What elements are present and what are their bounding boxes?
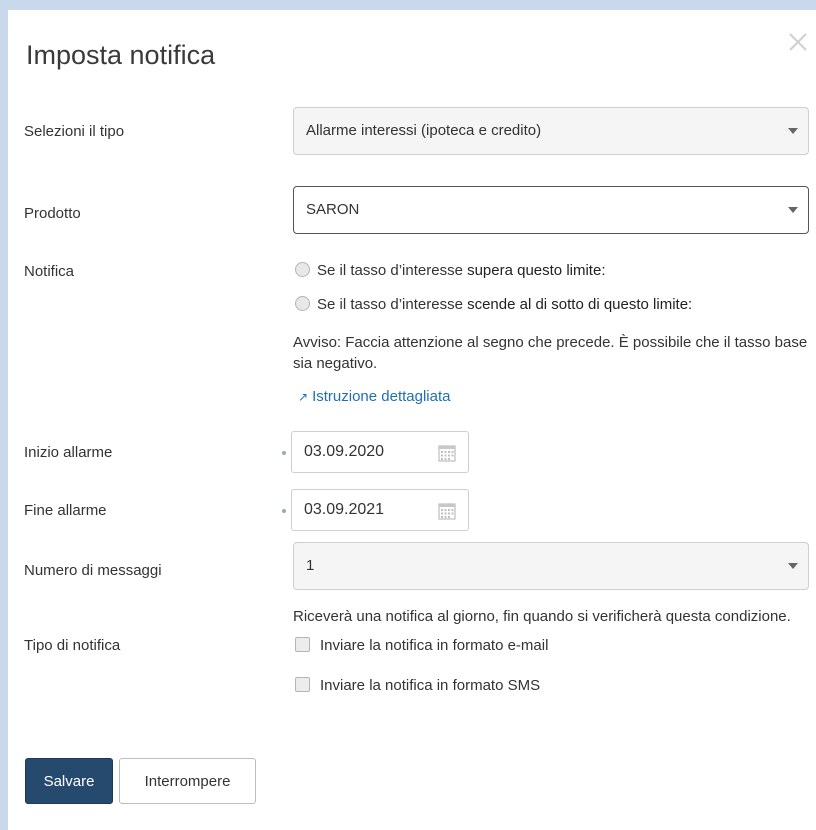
calendar-icon[interactable] (438, 444, 456, 462)
type-select-value: Allarme interessi (ipoteca e credito) (306, 122, 542, 139)
checkbox-sms[interactable]: Inviare la notifica in formato SMS (295, 677, 540, 694)
calendar-icon[interactable] (438, 502, 456, 520)
checkbox-email[interactable]: Inviare la notifica in formato e-mail (295, 637, 548, 654)
detailed-instructions-link[interactable]: ↗ Istruzione dettagliata (298, 388, 450, 405)
alarm-start-label: Inizio allarme (24, 444, 113, 461)
type-select[interactable]: Allarme interessi (ipoteca e credito) (293, 107, 809, 155)
alarm-end-label: Fine allarme (24, 502, 107, 519)
type-label: Selezioni il tipo (24, 123, 125, 140)
radio-button[interactable] (295, 296, 310, 311)
checkbox-email-label: Inviare la notifica in formato e-mail (320, 637, 549, 654)
alarm-start-date-input[interactable]: 03.09.2020 (291, 431, 469, 473)
product-label: Prodotto (24, 205, 81, 222)
radio-above-emphasis: supera questo limite: (467, 262, 606, 279)
chevron-down-icon (788, 207, 798, 213)
notification-type-label: Tipo di notifica (24, 637, 121, 654)
checkbox[interactable] (295, 677, 310, 692)
radio-above-limit[interactable]: Se il tasso d’interesse supera questo li… (295, 262, 605, 279)
external-link-icon: ↗ (298, 390, 309, 404)
radio-below-prefix: Se il tasso d’interesse (317, 296, 468, 313)
detailed-instructions-label: Istruzione dettagliata (312, 388, 451, 405)
chevron-down-icon (788, 563, 798, 569)
message-count-select[interactable]: 1 (293, 542, 809, 590)
message-count-hint: Riceverà una notifica al giorno, fin qua… (293, 608, 791, 625)
checkbox[interactable] (295, 637, 310, 652)
alarm-end-date-value: 03.09.2021 (304, 501, 385, 518)
alarm-start-date-value: 03.09.2020 (304, 443, 385, 460)
radio-below-emphasis: scende al di sotto di questo limite: (467, 296, 693, 313)
radio-button[interactable] (295, 262, 310, 277)
product-select[interactable]: SARON (293, 186, 809, 234)
close-icon[interactable] (786, 30, 810, 54)
set-notification-dialog: Imposta notifica Selezioni il tipo Allar… (8, 10, 816, 830)
cancel-button[interactable]: Interrompere (119, 758, 256, 804)
negative-rate-warning: Avviso: Faccia attenzione al segno che p… (293, 334, 808, 372)
radio-above-prefix: Se il tasso d’interesse (317, 262, 468, 279)
message-count-label: Numero di messaggi (24, 562, 162, 579)
product-select-value: SARON (306, 201, 360, 218)
chevron-down-icon (788, 128, 798, 134)
save-button[interactable]: Salvare (25, 758, 113, 804)
notification-label: Notifica (24, 263, 75, 280)
required-dot (282, 451, 286, 455)
checkbox-sms-label: Inviare la notifica in formato SMS (320, 677, 541, 694)
radio-below-limit[interactable]: Se il tasso d’interesse scende al di sot… (295, 296, 692, 313)
message-count-value: 1 (306, 557, 315, 574)
dialog-title: Imposta notifica (26, 40, 216, 70)
alarm-end-date-input[interactable]: 03.09.2021 (291, 489, 469, 531)
required-dot (282, 509, 286, 513)
